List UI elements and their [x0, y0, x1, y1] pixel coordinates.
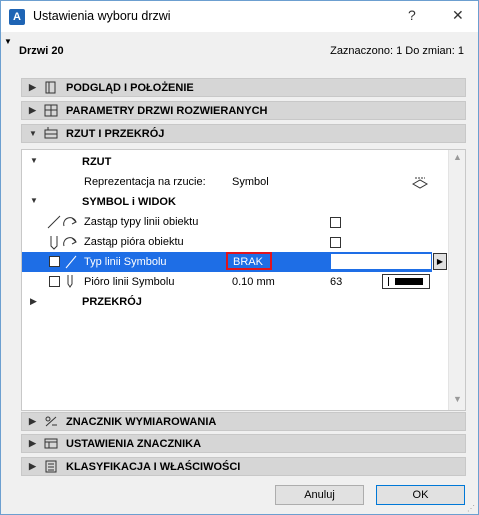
pen-marker [388, 277, 389, 286]
close-button[interactable]: ✕ [452, 7, 464, 24]
expand-arrow-icon: ▶ [29, 416, 36, 426]
section-label: ZNACZNIK WYMIAROWANIA [66, 416, 217, 428]
element-name: Drzwi 20 [19, 45, 64, 57]
play-arrow-icon[interactable]: ▶ [433, 253, 447, 270]
pen-small-icon [64, 273, 78, 289]
section-marker-settings[interactable]: ▶ USTAWIENIA ZNACZNIKA [21, 434, 466, 453]
pen-label: Pióro linii Symbolu [84, 276, 175, 288]
dialog-window: A Ustawienia wyboru drzwi ? ✕ ▼ Drzwi 20… [0, 0, 479, 515]
title-bar: A Ustawienia wyboru drzwi ? ✕ [1, 1, 478, 32]
rzut-group-row[interactable]: ▼ RZUT [22, 152, 450, 172]
window-title: Ustawienia wyboru drzwi [33, 9, 171, 23]
expand-arrow-icon: ▶ [29, 461, 36, 471]
ok-button[interactable]: OK [376, 485, 465, 505]
panel-scrollbar[interactable]: ▲ ▼ [448, 150, 465, 410]
line-type-value-box[interactable]: BRAK [226, 252, 272, 270]
pen-row[interactable]: Pióro linii Symbolu 0.10 mm 63 [22, 272, 450, 292]
pen-number[interactable]: 63 [330, 276, 342, 288]
collapse-arrow-icon: ▼ [30, 196, 38, 205]
section-classification[interactable]: ▶ KLASYFIKACJA I WŁAŚCIWOŚCI [21, 457, 466, 476]
representation-value[interactable]: Symbol [232, 176, 269, 188]
symbol-group-row[interactable]: ▼ SYMBOL i WIDOK [22, 192, 450, 212]
rzut-heading: RZUT [82, 156, 112, 168]
dimension-marker-icon [44, 415, 58, 428]
pen-color-fill [395, 278, 423, 285]
override-pens-checkbox[interactable] [330, 237, 341, 248]
pen-thickness: 0.10 mm [232, 276, 275, 288]
section-label: KLASYFIKACJA I WŁAŚCIWOŚCI [66, 461, 241, 473]
line-type-label: Typ linii Symbolu [84, 256, 167, 268]
override-line-types-label: Zastąp typy linii obiektu [84, 216, 199, 228]
marker-settings-icon [44, 437, 58, 450]
expand-arrow-icon: ▶ [29, 105, 36, 115]
section-label: PODGLĄD I POŁOŻENIE [66, 82, 194, 94]
section-plan-and-section[interactable]: ▼ RZUT I PRZEKRÓJ [21, 124, 466, 143]
cancel-button[interactable]: Anuluj [275, 485, 364, 505]
selection-status: Zaznaczono: 1 Do zmian: 1 [330, 45, 464, 57]
line-slash-icon [64, 254, 78, 270]
representation-label: Reprezentacja na rzucie: [84, 176, 206, 188]
archicad-app-icon: A [9, 9, 25, 25]
door-preview-icon [44, 81, 58, 94]
collapse-arrow-icon: ▼ [30, 156, 38, 165]
section-label: PARAMETRY DRZWI ROZWIERANYCH [66, 105, 268, 117]
przekroj-group-row[interactable]: ▶ PRZEKRÓJ [22, 292, 450, 312]
section-preview[interactable]: ▶ PODGLĄD I POŁOŻENIE [21, 78, 466, 97]
pen-checkbox[interactable] [49, 276, 60, 287]
document-list-icon [44, 460, 58, 473]
expand-arrow-icon: ▶ [30, 296, 37, 306]
section-parameters[interactable]: ▶ PARAMETRY DRZWI ROZWIERANYCH [21, 101, 466, 120]
line-type-icon [46, 214, 82, 230]
line-type-checkbox[interactable] [49, 256, 60, 267]
plan-section-icon [44, 127, 58, 140]
pen-icon [46, 234, 82, 250]
collapse-arrow-icon: ▼ [29, 129, 37, 138]
resize-grip-icon[interactable]: ⋰ [467, 504, 475, 513]
collapse-arrow-icon[interactable]: ▼ [4, 37, 12, 46]
symbol-view-icon[interactable] [412, 175, 428, 189]
section-label: RZUT I PRZEKRÓJ [66, 128, 165, 140]
pen-color-swatch[interactable] [382, 274, 430, 289]
help-button[interactable]: ? [408, 7, 416, 23]
override-line-types-checkbox[interactable] [330, 217, 341, 228]
expand-arrow-icon: ▶ [29, 82, 36, 92]
scroll-up-icon[interactable]: ▲ [453, 152, 462, 162]
line-type-value: BRAK [233, 256, 263, 268]
expand-arrow-icon: ▶ [29, 438, 36, 448]
symbol-heading: SYMBOL i WIDOK [82, 196, 176, 208]
line-type-row[interactable]: Typ linii Symbolu BRAK [22, 252, 432, 272]
representation-row[interactable]: Reprezentacja na rzucie: Symbol [22, 172, 450, 192]
parameters-icon [44, 104, 58, 117]
override-pens-label: Zastąp pióra obiektu [84, 236, 184, 248]
section-dimension-marker[interactable]: ▶ ZNACZNIK WYMIAROWANIA [21, 412, 466, 431]
section-label: USTAWIENIA ZNACZNIKA [66, 438, 202, 450]
line-type-picker[interactable] [330, 253, 432, 270]
scroll-down-icon[interactable]: ▼ [453, 394, 462, 404]
przekroj-heading: PRZEKRÓJ [82, 296, 142, 308]
override-pens-row[interactable]: Zastąp pióra obiektu [22, 232, 450, 252]
plan-section-panel: ▼ RZUT Reprezentacja na rzucie: Symbol ▼… [21, 149, 466, 411]
override-line-types-row[interactable]: Zastąp typy linii obiektu [22, 212, 450, 232]
